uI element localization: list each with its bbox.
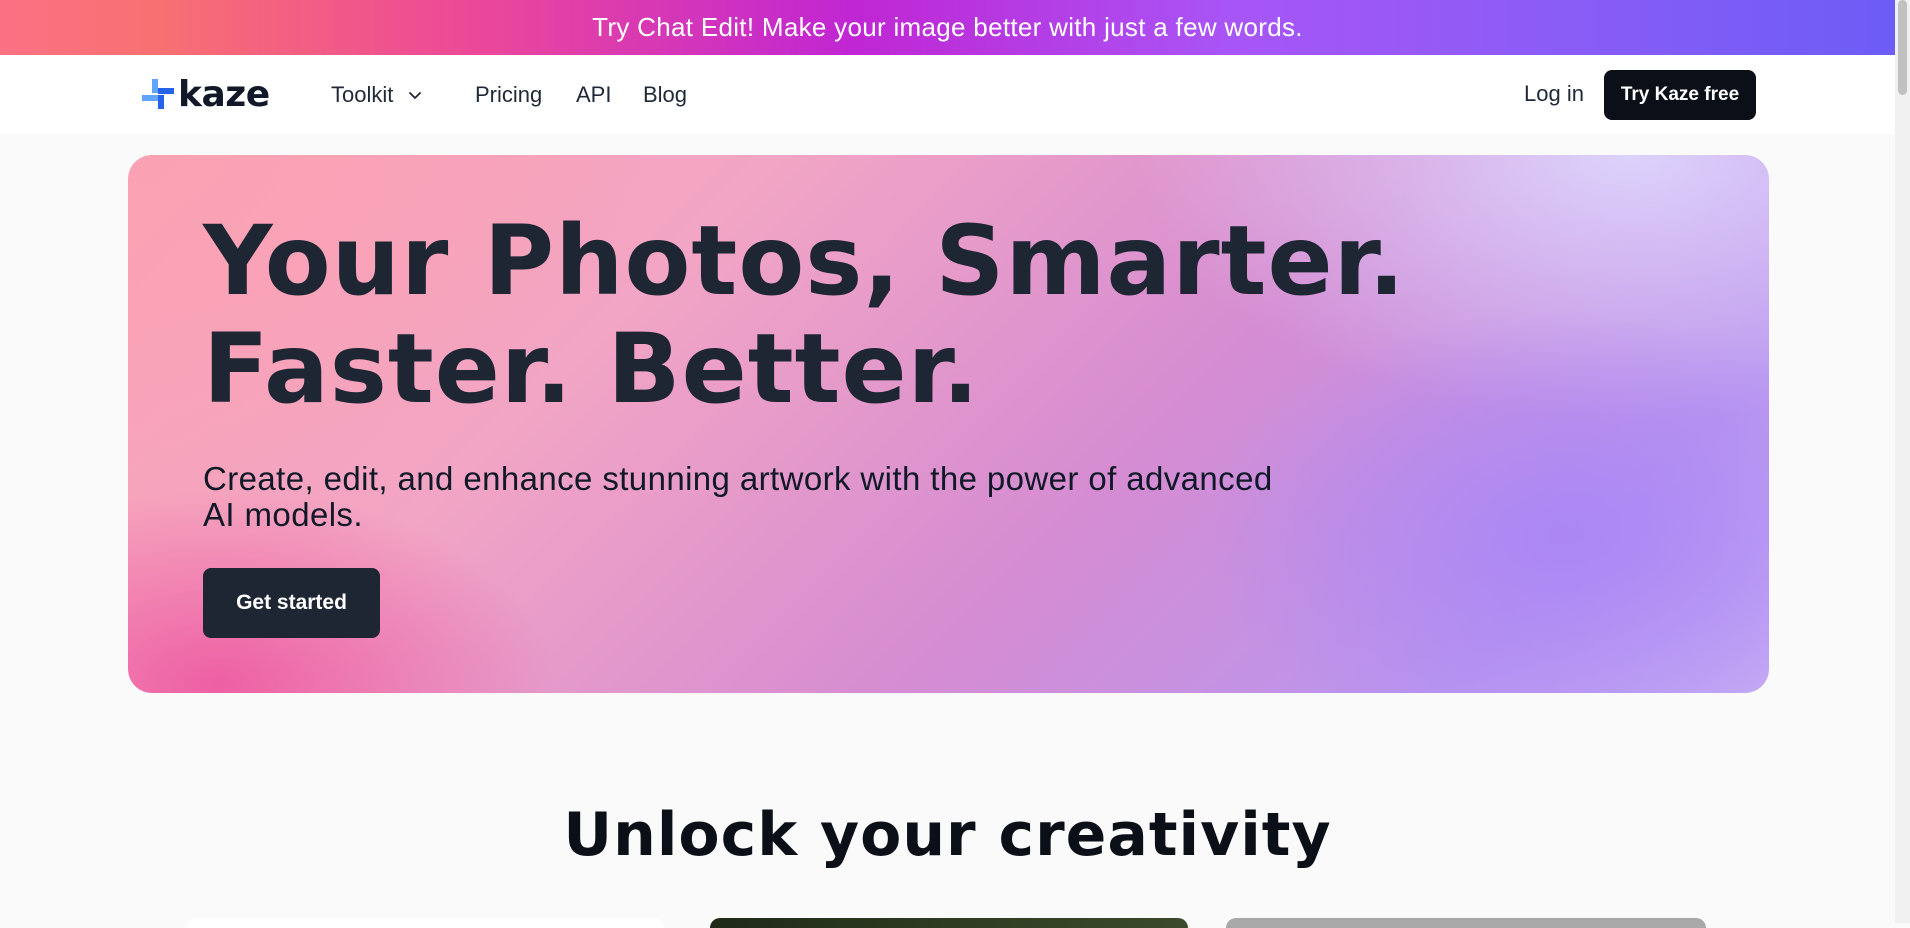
brand-name: kaze <box>178 74 270 115</box>
hero-banner: Your Photos, Smarter. Faster. Better. Cr… <box>128 155 1769 693</box>
nav-toolkit-dropdown[interactable]: Toolkit <box>331 80 423 110</box>
vertical-scrollbar[interactable] <box>1895 0 1910 923</box>
nav-api-label: API <box>576 82 612 107</box>
nav-toolkit-label: Toolkit <box>331 82 394 107</box>
brand-logo[interactable]: kaze <box>142 74 270 115</box>
get-started-button[interactable]: Get started <box>203 568 380 638</box>
login-link[interactable]: Log in <box>1524 79 1584 109</box>
kaze-logo-icon <box>142 79 174 109</box>
chevron-down-icon <box>409 92 422 99</box>
hero-subtitle: Create, edit, and enhance stunning artwo… <box>203 460 1273 533</box>
section-title: Unlock your creativity <box>563 800 1332 870</box>
promo-text[interactable]: Try Chat Edit! Make your image better wi… <box>592 12 1303 43</box>
try-kaze-free-button[interactable]: Try Kaze free <box>1604 70 1756 120</box>
feature-card-image[interactable] <box>1226 918 1706 928</box>
promo-banner[interactable]: Try Chat Edit! Make your image better wi… <box>0 0 1895 55</box>
hero-title: Your Photos, Smarter. Faster. Better. <box>203 205 1406 425</box>
nav-blog[interactable]: Blog <box>643 80 687 110</box>
nav-pricing[interactable]: Pricing <box>475 80 542 110</box>
scrollbar-thumb[interactable] <box>1898 0 1907 95</box>
feature-card-image[interactable] <box>710 918 1188 928</box>
nav-pricing-label: Pricing <box>475 82 543 107</box>
top-navbar: kaze Toolkit Pricing API Blog Log in Try… <box>0 55 1895 134</box>
nav-blog-label: Blog <box>643 82 688 107</box>
nav-api[interactable]: API <box>576 80 611 110</box>
feature-card[interactable] <box>186 918 664 928</box>
